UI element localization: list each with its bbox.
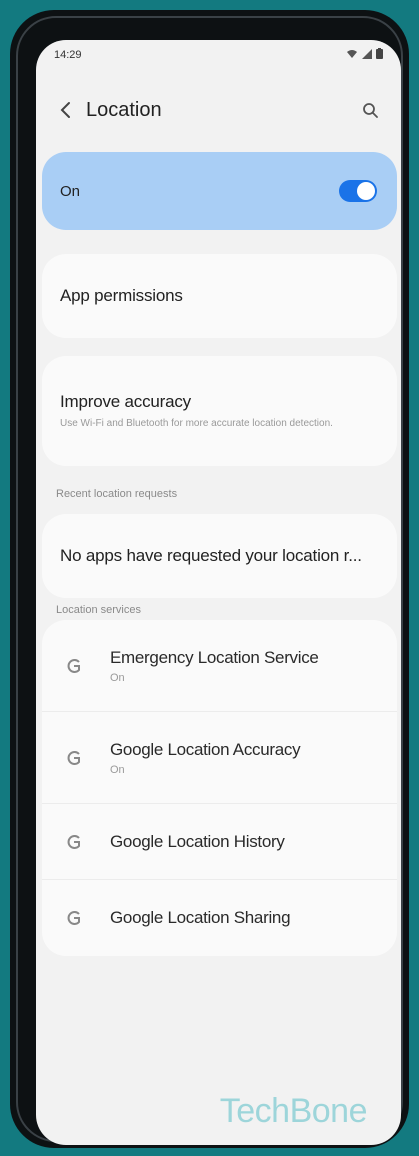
location-switch[interactable] [339,180,377,202]
app-permissions-label: App permissions [60,286,183,305]
improve-accuracy-item[interactable]: Improve accuracy Use Wi-Fi and Bluetooth… [42,356,397,466]
google-g-icon [64,656,84,676]
google-g-icon [64,832,84,852]
app-permissions-item[interactable]: App permissions [42,254,397,338]
phone-frame: 14:29 Location On App permissions Improv… [10,10,409,1148]
phone-screen: 14:29 Location On App permissions Improv… [36,40,401,1145]
app-bar: Location [36,90,401,130]
toggle-label: On [60,182,81,200]
improve-accuracy-card: Improve accuracy Use Wi-Fi and Bluetooth… [42,356,397,466]
google-g-icon [64,748,84,768]
service-title: Google Location Accuracy [110,739,301,759]
service-title: Google Location Sharing [110,908,291,927]
status-icons [346,48,383,62]
service-status: On [110,763,125,776]
search-button[interactable] [357,97,383,123]
location-master-toggle[interactable]: On [42,152,397,230]
service-status: On [110,671,125,684]
wifi-icon [346,49,358,62]
battery-icon [376,48,383,62]
location-services-header: Location services [56,604,141,616]
back-button[interactable] [54,97,76,123]
service-title: Emergency Location Service [110,647,319,667]
improve-accuracy-subtitle: Use Wi-Fi and Bluetooth for more accurat… [60,418,333,429]
watermark-logo: TechBone [219,1092,368,1130]
recent-requests-empty-text: No apps have requested your location r..… [60,546,362,565]
page-title: Location [86,98,162,121]
service-item-location-history[interactable]: Google Location History [42,804,397,880]
service-title: Google Location History [110,831,285,851]
app-permissions-card: App permissions [42,254,397,338]
recent-requests-header: Recent location requests [56,488,178,500]
recent-requests-card: No apps have requested your location r..… [42,514,397,598]
improve-accuracy-title: Improve accuracy [60,392,191,411]
back-chevron-icon [60,102,70,118]
location-services-card: Emergency Location Service On Google Loc… [42,620,397,956]
signal-icon [362,48,372,62]
service-item-location-accuracy[interactable]: Google Location Accuracy On [42,712,397,804]
recent-requests-empty: No apps have requested your location r..… [42,514,397,598]
switch-knob [357,182,375,200]
service-item-location-sharing[interactable]: Google Location Sharing [42,880,397,956]
search-icon [363,103,378,118]
status-bar: 14:29 [36,40,401,70]
google-g-icon [64,908,84,928]
status-time: 14:29 [54,49,82,61]
service-item-emergency-location[interactable]: Emergency Location Service On [42,620,397,712]
